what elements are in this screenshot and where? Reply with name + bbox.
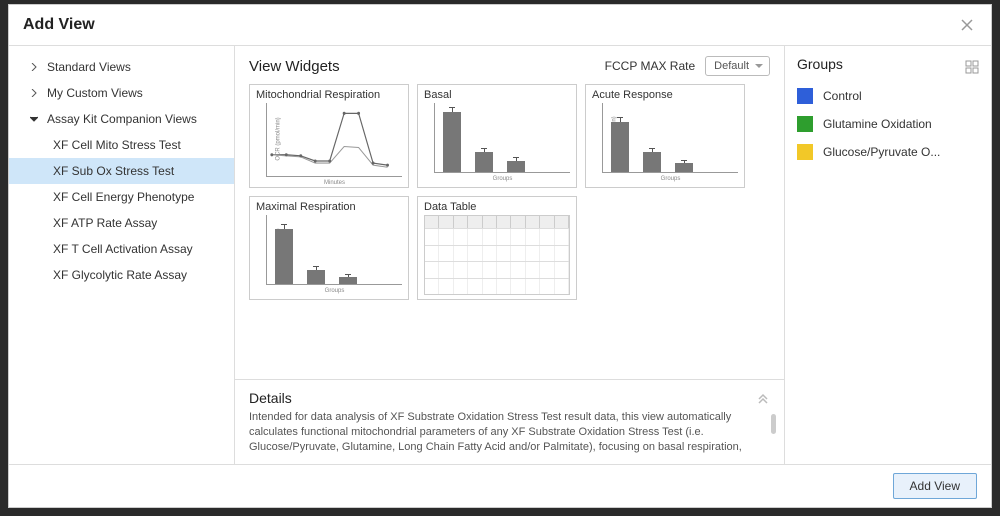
widget-data-table[interactable]: Data Table bbox=[417, 196, 577, 300]
tree-item-label: XF Cell Mito Stress Test bbox=[53, 138, 181, 152]
tree-item-label: Assay Kit Companion Views bbox=[47, 112, 197, 126]
view-widgets-title: View Widgets bbox=[249, 58, 595, 75]
x-axis-label: Minutes bbox=[324, 180, 345, 186]
group-label: Glucose/Pyruvate O... bbox=[823, 145, 940, 159]
group-item-control[interactable]: Control bbox=[797, 82, 979, 110]
tree-item-label: XF T Cell Activation Assay bbox=[53, 242, 193, 256]
group-label: Glutamine Oxidation bbox=[823, 117, 932, 131]
tree-item-tcell-activation[interactable]: XF T Cell Activation Assay bbox=[9, 236, 234, 262]
color-swatch bbox=[797, 88, 813, 104]
details-section: Details Intended for data analysis of XF… bbox=[235, 379, 784, 464]
add-view-button[interactable]: Add View bbox=[893, 473, 977, 499]
y-axis-label: OCR (pmol/min) bbox=[276, 118, 282, 161]
bar-chart: OCR (pmol/min) Groups bbox=[266, 215, 402, 285]
widget-title: Maximal Respiration bbox=[256, 201, 402, 213]
tree-item-label: Standard Views bbox=[47, 60, 131, 74]
widget-acute-response[interactable]: Acute Response OCR (pmol/min) Groups bbox=[585, 84, 745, 188]
tree-item-atp-rate[interactable]: XF ATP Rate Assay bbox=[9, 210, 234, 236]
tree-item-label: XF ATP Rate Assay bbox=[53, 216, 157, 230]
widget-basal[interactable]: Basal OCR (pmol/min) Groups bbox=[417, 84, 577, 188]
scrollbar-thumb[interactable] bbox=[771, 414, 776, 434]
rate-dropdown[interactable]: Default bbox=[705, 56, 770, 76]
tree-item-mito-stress[interactable]: XF Cell Mito Stress Test bbox=[9, 132, 234, 158]
sidebar-tree: Standard Views My Custom Views Assay Kit… bbox=[9, 46, 235, 464]
dialog-footer: Add View bbox=[9, 464, 991, 507]
widget-title: Basal bbox=[424, 89, 570, 101]
widget-mito-respiration[interactable]: Mitochondrial Respiration OCR (pmol/min)… bbox=[249, 84, 409, 188]
widget-maximal-respiration[interactable]: Maximal Respiration OCR (pmol/min) Group… bbox=[249, 196, 409, 300]
widget-title: Acute Response bbox=[592, 89, 738, 101]
x-axis-label: Groups bbox=[661, 176, 681, 182]
group-item-glutamine[interactable]: Glutamine Oxidation bbox=[797, 110, 979, 138]
data-table-preview bbox=[424, 215, 570, 295]
line-chart: OCR (pmol/min) Minutes bbox=[266, 103, 402, 177]
x-axis-label: Groups bbox=[325, 288, 345, 294]
collapse-up-icon[interactable] bbox=[756, 390, 770, 409]
chevron-down-icon bbox=[29, 114, 39, 124]
group-item-glucose[interactable]: Glucose/Pyruvate O... bbox=[797, 138, 979, 166]
groups-panel: Groups Control Glutamine Oxidation Gluco… bbox=[785, 46, 991, 464]
rate-label: FCCP MAX Rate bbox=[605, 59, 695, 73]
dialog-title: Add View bbox=[23, 16, 95, 34]
tree-item-energy-phenotype[interactable]: XF Cell Energy Phenotype bbox=[9, 184, 234, 210]
dialog-body: Standard Views My Custom Views Assay Kit… bbox=[9, 46, 991, 464]
chevron-right-icon bbox=[29, 62, 39, 72]
tree-item-my-custom-views[interactable]: My Custom Views bbox=[9, 80, 234, 106]
details-title: Details bbox=[249, 390, 770, 406]
add-view-dialog: Add View Standard Views My Custom Views bbox=[8, 4, 992, 508]
main-panel: View Widgets FCCP MAX Rate Default Mitoc… bbox=[235, 46, 785, 464]
details-body: Intended for data analysis of XF Substra… bbox=[249, 410, 770, 454]
bars bbox=[435, 103, 570, 172]
color-swatch bbox=[797, 144, 813, 160]
groups-title: Groups bbox=[797, 56, 843, 72]
color-swatch bbox=[797, 116, 813, 132]
tree-item-standard-views[interactable]: Standard Views bbox=[9, 54, 234, 80]
widget-title: Mitochondrial Respiration bbox=[256, 89, 402, 101]
group-label: Control bbox=[823, 89, 862, 103]
bar-chart: OCR (pmol/min) Groups bbox=[602, 103, 738, 173]
close-icon bbox=[960, 18, 974, 32]
tree-item-glycolytic-rate[interactable]: XF Glycolytic Rate Assay bbox=[9, 262, 234, 288]
tree-item-label: XF Sub Ox Stress Test bbox=[53, 164, 174, 178]
dialog-header: Add View bbox=[9, 5, 991, 46]
tree-item-assay-kit-companion[interactable]: Assay Kit Companion Views bbox=[9, 106, 234, 132]
widget-title: Data Table bbox=[424, 201, 570, 213]
x-axis-label: Groups bbox=[493, 176, 513, 182]
tree-item-sub-ox-stress[interactable]: XF Sub Ox Stress Test bbox=[9, 158, 234, 184]
expand-all-icon[interactable] bbox=[965, 60, 979, 79]
bars bbox=[603, 103, 738, 172]
main-header: View Widgets FCCP MAX Rate Default bbox=[235, 46, 784, 84]
bars bbox=[267, 215, 402, 284]
bar-chart: OCR (pmol/min) Groups bbox=[434, 103, 570, 173]
tree-item-label: XF Glycolytic Rate Assay bbox=[53, 268, 187, 282]
tree-item-label: XF Cell Energy Phenotype bbox=[53, 190, 194, 204]
chevron-right-icon bbox=[29, 88, 39, 98]
dropdown-value: Default bbox=[714, 60, 749, 72]
close-button[interactable] bbox=[957, 15, 977, 35]
widgets-grid: Mitochondrial Respiration OCR (pmol/min)… bbox=[235, 84, 784, 300]
tree-item-label: My Custom Views bbox=[47, 86, 143, 100]
